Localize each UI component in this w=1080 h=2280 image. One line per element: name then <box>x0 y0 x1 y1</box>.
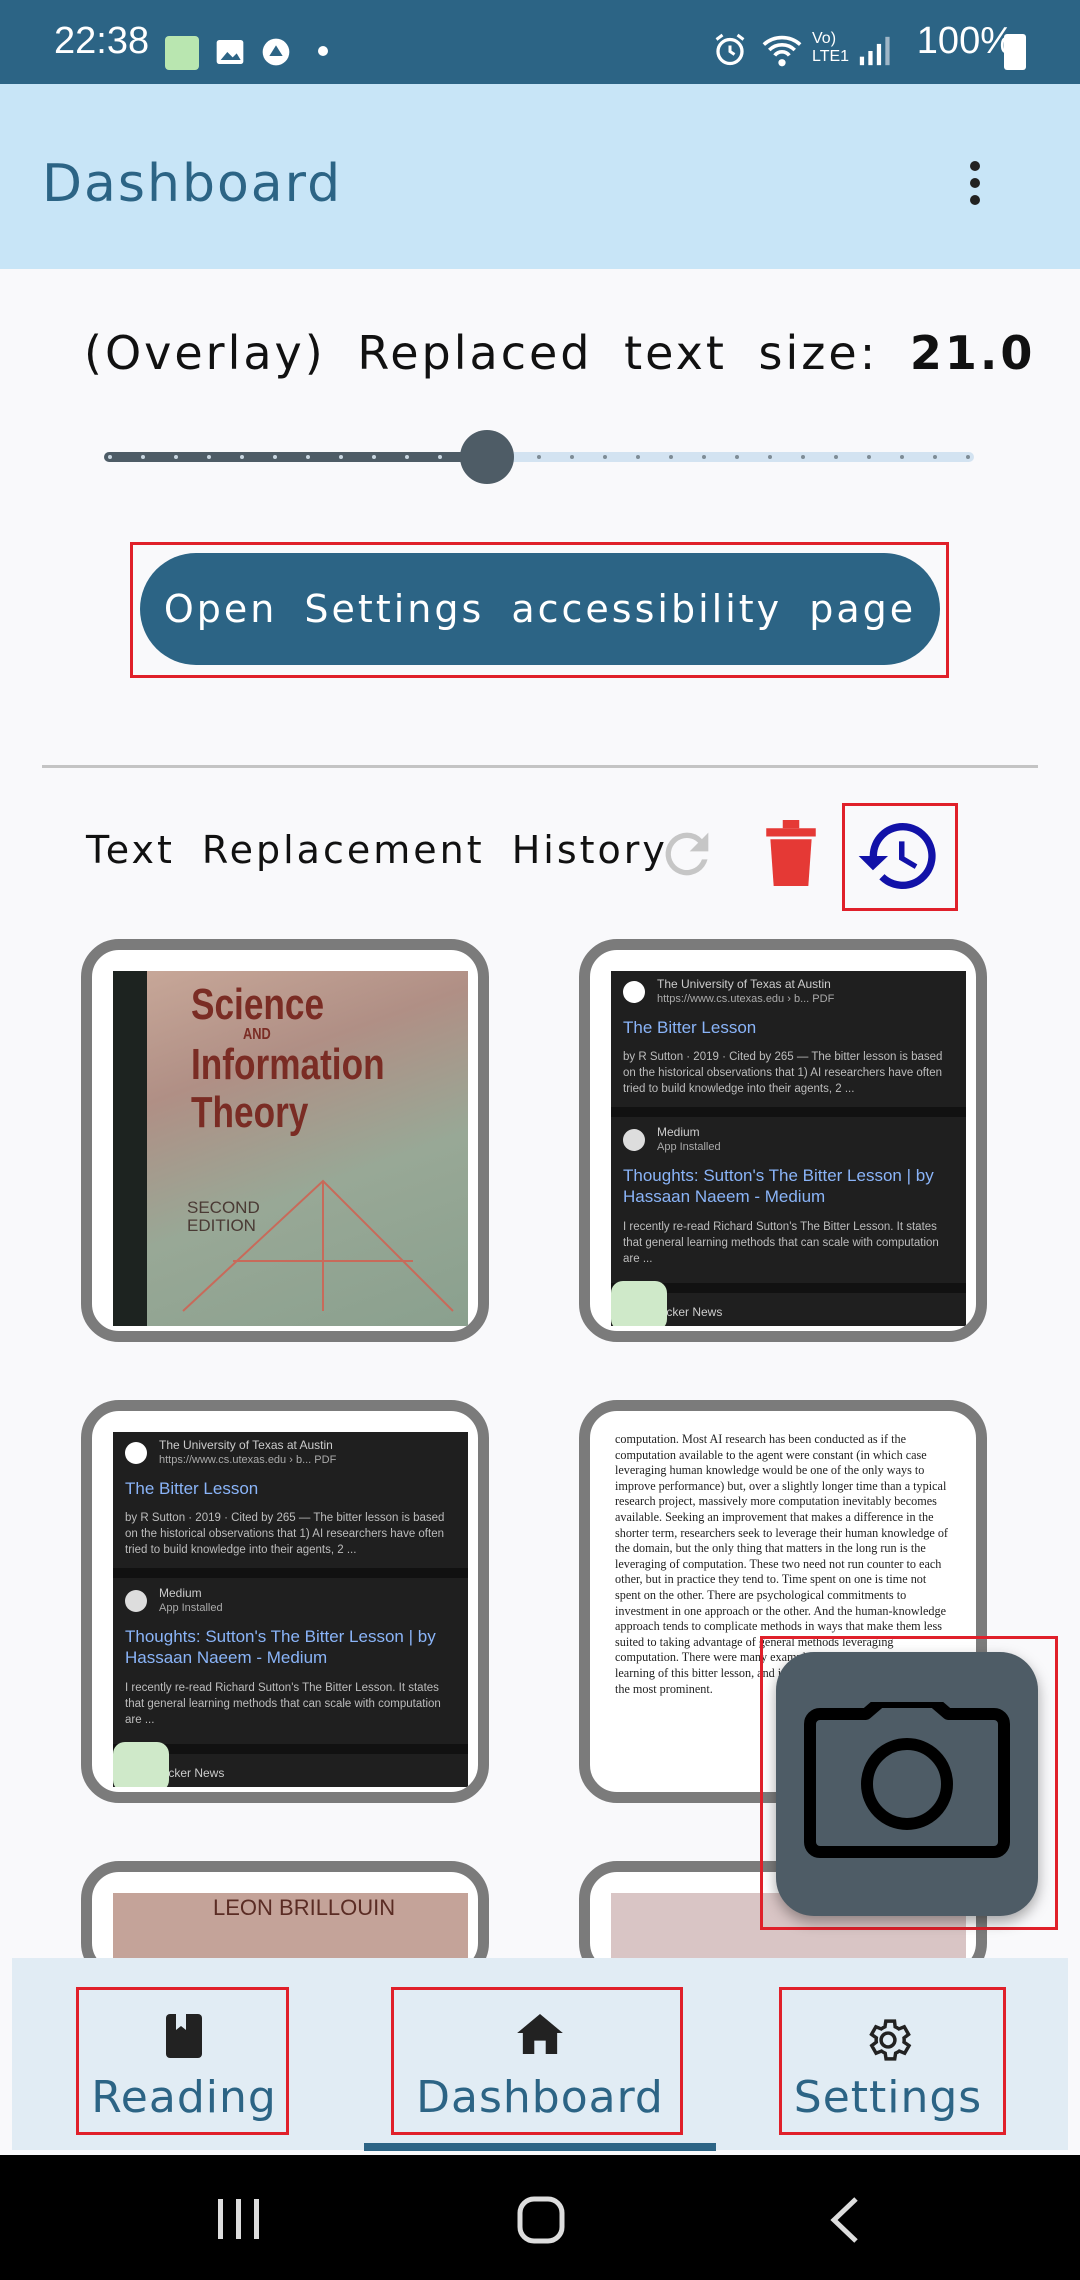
back-icon[interactable] <box>826 2195 862 2245</box>
nav-selected-indicator <box>364 2143 716 2151</box>
sync-notification-icon <box>262 38 290 66</box>
history-icon[interactable] <box>853 812 945 900</box>
wifi-icon <box>762 35 802 67</box>
slider-tick <box>273 455 277 459</box>
status-time: 22:38 <box>54 20 150 62</box>
slider-tick <box>174 455 178 459</box>
slider-tick <box>306 455 310 459</box>
utexas-favicon <box>623 981 645 1003</box>
page-title: Dashboard <box>42 154 343 214</box>
result-separator <box>611 1107 966 1117</box>
highlight-box <box>391 1987 683 2135</box>
slider-tick <box>108 455 112 459</box>
result-url: https://www.cs.utexas.edu › b... PDF <box>657 993 835 1005</box>
slider-tick <box>405 455 409 459</box>
slider-tick <box>669 455 673 459</box>
slider-tick <box>867 455 871 459</box>
history-card[interactable]: Science AND Information Theory SECOND EDI… <box>81 939 489 1342</box>
medium-favicon <box>125 1590 147 1612</box>
book-cover-image: Science AND Information Theory SECOND EDI… <box>113 971 468 1326</box>
book-title-line: Information <box>191 1040 385 1089</box>
home-button-icon[interactable] <box>516 2195 566 2245</box>
slider-value: 21.0 <box>909 326 1036 380</box>
app-notification-icon <box>165 36 199 70</box>
signal-icon <box>859 36 890 66</box>
app-overlay-icon <box>113 1742 169 1787</box>
search-results-screenshot: The University of Texas at Austin https:… <box>611 971 966 1326</box>
slider-tick <box>240 455 244 459</box>
result-separator <box>113 1568 468 1578</box>
highlight-box <box>76 1987 289 2135</box>
result-title: Thoughts: Sutton's The Bitter Lesson | b… <box>125 1627 436 1667</box>
slider-tick <box>834 455 838 459</box>
slider-tick <box>141 455 145 459</box>
slider-tick <box>207 455 211 459</box>
history-card[interactable]: The University of Texas at Austin https:… <box>579 939 987 1342</box>
slider-tick <box>801 455 805 459</box>
book-author: LEON BRILLOUIN <box>213 1895 396 1920</box>
slider-tick <box>966 455 970 459</box>
result-desc: by R Sutton · 2019 · Cited by 265 — The … <box>623 1051 943 1095</box>
divider <box>42 765 1038 768</box>
history-card[interactable]: The University of Texas at Austin https:… <box>81 1400 489 1803</box>
slider-tick <box>900 455 904 459</box>
app-overlay-icon <box>611 1281 667 1326</box>
text-size-slider-thumb[interactable] <box>459 430 514 484</box>
slider-tick <box>768 455 772 459</box>
battery-percent: 100% <box>916 20 1014 62</box>
result-sub: App Installed <box>657 1141 721 1153</box>
slider-tick <box>339 455 343 459</box>
slider-tick <box>603 455 607 459</box>
slider-tick <box>636 455 640 459</box>
book-title-line: Science <box>191 980 325 1029</box>
more-notifications-dot <box>318 46 328 56</box>
result-source: Medium <box>657 1125 700 1139</box>
status-bar: 22:38 Vo) LTE1 100% <box>0 0 1080 84</box>
app-bar: Dashboard <box>0 84 1080 269</box>
network-type: Vo) LTE1 <box>812 30 850 65</box>
highlight-box <box>779 1987 1006 2135</box>
refresh-icon[interactable] <box>655 822 719 886</box>
slider-tick <box>537 455 541 459</box>
result-title: The Bitter Lesson <box>623 1018 757 1037</box>
slider-tick <box>933 455 937 459</box>
alarm-icon <box>715 33 745 66</box>
medium-favicon <box>623 1129 645 1151</box>
camera-fab[interactable] <box>776 1652 1038 1916</box>
result-sub: App Installed <box>159 1602 223 1614</box>
result-source: Medium <box>159 1586 202 1600</box>
slider-tick <box>570 455 574 459</box>
result-source: The University of Texas at Austin <box>159 1438 333 1452</box>
history-title: Text Replacement History <box>86 828 668 872</box>
slider-tick <box>438 455 442 459</box>
recents-icon[interactable] <box>216 2197 262 2241</box>
slider-tick <box>702 455 706 459</box>
search-results-screenshot: The University of Texas at Austin https:… <box>113 1432 468 1787</box>
text-size-slider-fill <box>104 452 487 462</box>
result-desc: I recently re-read Richard Sutton's The … <box>623 1221 939 1265</box>
book-diagram <box>182 1179 454 1312</box>
utexas-favicon <box>125 1442 147 1464</box>
camera-icon <box>804 1702 1010 1858</box>
more-vert-icon[interactable] <box>960 156 990 216</box>
image-notification-icon <box>216 40 244 64</box>
result-desc: by R Sutton · 2019 · Cited by 265 — The … <box>125 1512 445 1556</box>
delete-icon[interactable] <box>762 820 820 886</box>
slider-tick <box>372 455 376 459</box>
slider-tick <box>735 455 739 459</box>
open-settings-accessibility-button[interactable]: Open Settings accessibility page <box>140 553 940 665</box>
result-url: https://www.cs.utexas.edu › b... PDF <box>159 1454 337 1466</box>
result-desc: I recently re-read Richard Sutton's The … <box>125 1682 441 1726</box>
battery-icon <box>1004 34 1026 70</box>
slider-label: (Overlay) Replaced text size: 21.0 <box>84 326 1035 380</box>
result-source: The University of Texas at Austin <box>657 977 831 991</box>
result-title: The Bitter Lesson <box>125 1479 259 1498</box>
system-navigation-bar <box>0 2155 1080 2280</box>
result-title: Thoughts: Sutton's The Bitter Lesson | b… <box>623 1166 934 1206</box>
slider-label-text: (Overlay) Replaced text size: <box>84 326 879 380</box>
